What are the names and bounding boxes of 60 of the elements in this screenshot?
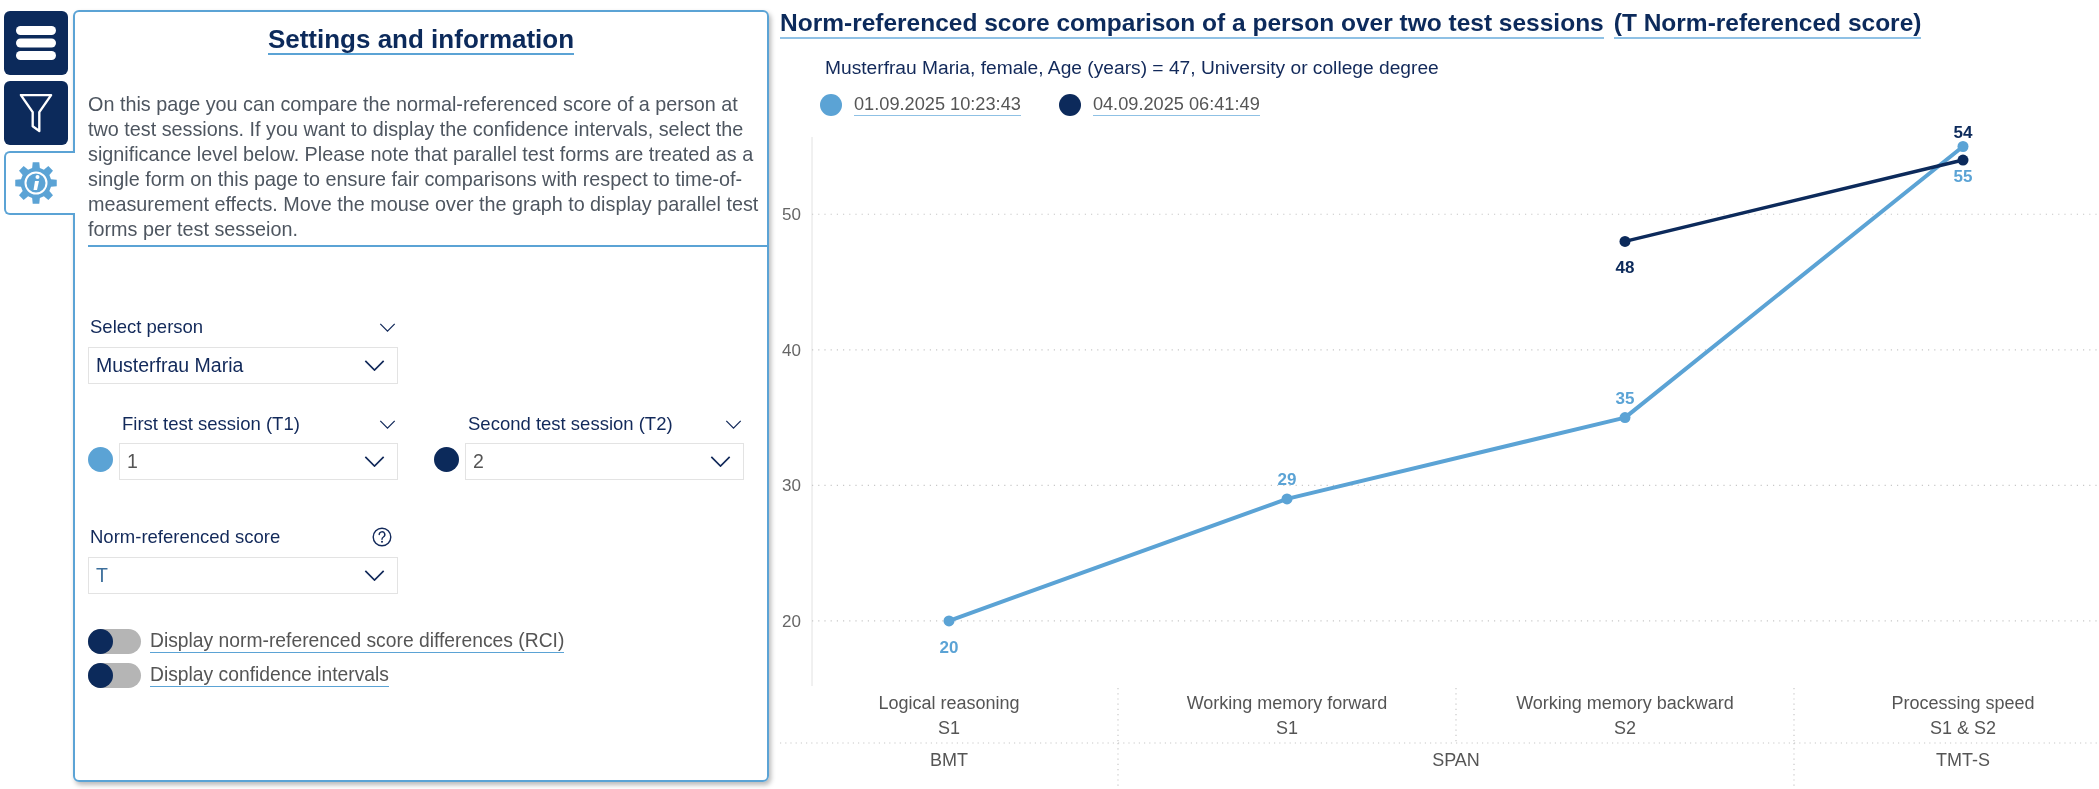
- field-label: Second test session (T2): [467, 413, 673, 435]
- data-point: [943, 615, 955, 627]
- group-label: SPAN: [1432, 750, 1480, 770]
- chevron-down-icon: [710, 456, 731, 467]
- data-label: 29: [1277, 469, 1297, 489]
- subtest-label: S1 & S2: [1930, 718, 1996, 738]
- menu-icon: [16, 26, 56, 60]
- chart-subtitle: Musterfrau Maria, female, Age (years) = 47, University or college degree: [825, 56, 1440, 80]
- settings-tab[interactable]: [4, 151, 75, 215]
- menu-button[interactable]: [4, 11, 68, 75]
- toggle-switch[interactable]: [88, 629, 141, 654]
- chevron-down-icon: [364, 570, 385, 581]
- subtest-label: S2: [1614, 718, 1636, 738]
- data-label: 20: [939, 637, 959, 657]
- help-icon[interactable]: [372, 527, 392, 547]
- category-label: Working memory forward: [1186, 693, 1388, 713]
- subtest-label: S1: [938, 718, 960, 738]
- dropdown[interactable]: Musterfrau Maria: [88, 347, 398, 384]
- legend-label[interactable]: 04.09.2025 06:41:49: [1092, 94, 1260, 116]
- chevron-down-icon: [364, 360, 385, 371]
- chart-title: Norm-referenced score comparison of a person over two test sessions: [780, 8, 1604, 39]
- category-label: Working memory backward: [1516, 693, 1734, 713]
- panel-title: Settings and information: [267, 25, 575, 55]
- field-label: First test session (T1): [121, 413, 300, 435]
- gear-info-icon: [14, 161, 58, 205]
- data-label: 54: [1953, 123, 1973, 143]
- data-point: [1957, 154, 1969, 166]
- filter-icon: [19, 93, 53, 133]
- subtest-label: S1: [1276, 718, 1298, 738]
- dropdown[interactable]: T: [88, 557, 398, 594]
- data-label: 55: [1953, 167, 1973, 187]
- toggle-label: Display confidence intervals: [150, 664, 389, 687]
- chevron-down-icon: [364, 456, 385, 467]
- chart-title-note: (T Norm-referenced score): [1613, 8, 1922, 39]
- axis-tick-label: 40: [782, 340, 801, 360]
- data-point: [1619, 235, 1631, 247]
- data-label: 35: [1615, 388, 1635, 408]
- toggle-label: Display norm-referenced score differences (RCI): [150, 630, 565, 653]
- chevron-down-icon[interactable]: [379, 419, 396, 429]
- axis-tick-label: 30: [782, 476, 801, 496]
- toggle-switch[interactable]: [88, 663, 141, 688]
- chevron-down-icon[interactable]: [379, 322, 396, 332]
- group-label: BMT: [930, 750, 968, 770]
- axis-tick-label: 50: [782, 205, 801, 225]
- category-label: Logical reasoning: [878, 693, 1020, 713]
- dropdown[interactable]: 2: [465, 443, 744, 480]
- field-label: Select person: [89, 316, 204, 338]
- description-text: On this page you can compare the normal-referenced score of a person at two test sessions. If you want to display the confidence intervals, select the significance level below. Please note that parallel test forms are treated as a single form on this page to ensure fair comparisons with respect to time-of-measurement effects. Move the mouse over the graph to display parallel test forms per test sesseion.: [88, 92, 767, 247]
- data-label: 48: [1615, 258, 1635, 278]
- category-label: Processing speed: [1891, 693, 2035, 713]
- axis-tick-label: 20: [782, 611, 801, 631]
- dropdown[interactable]: 1: [119, 443, 398, 480]
- legend-label[interactable]: 01.09.2025 10:23:43: [854, 94, 1021, 116]
- chevron-down-icon[interactable]: [725, 419, 742, 429]
- group-label: TMT-S: [1936, 750, 1990, 770]
- field-label: Norm-referenced score: [89, 526, 281, 548]
- filter-button[interactable]: [4, 81, 68, 145]
- data-point: [1957, 141, 1969, 152]
- data-point: [1619, 412, 1631, 424]
- data-point: [1281, 493, 1293, 505]
